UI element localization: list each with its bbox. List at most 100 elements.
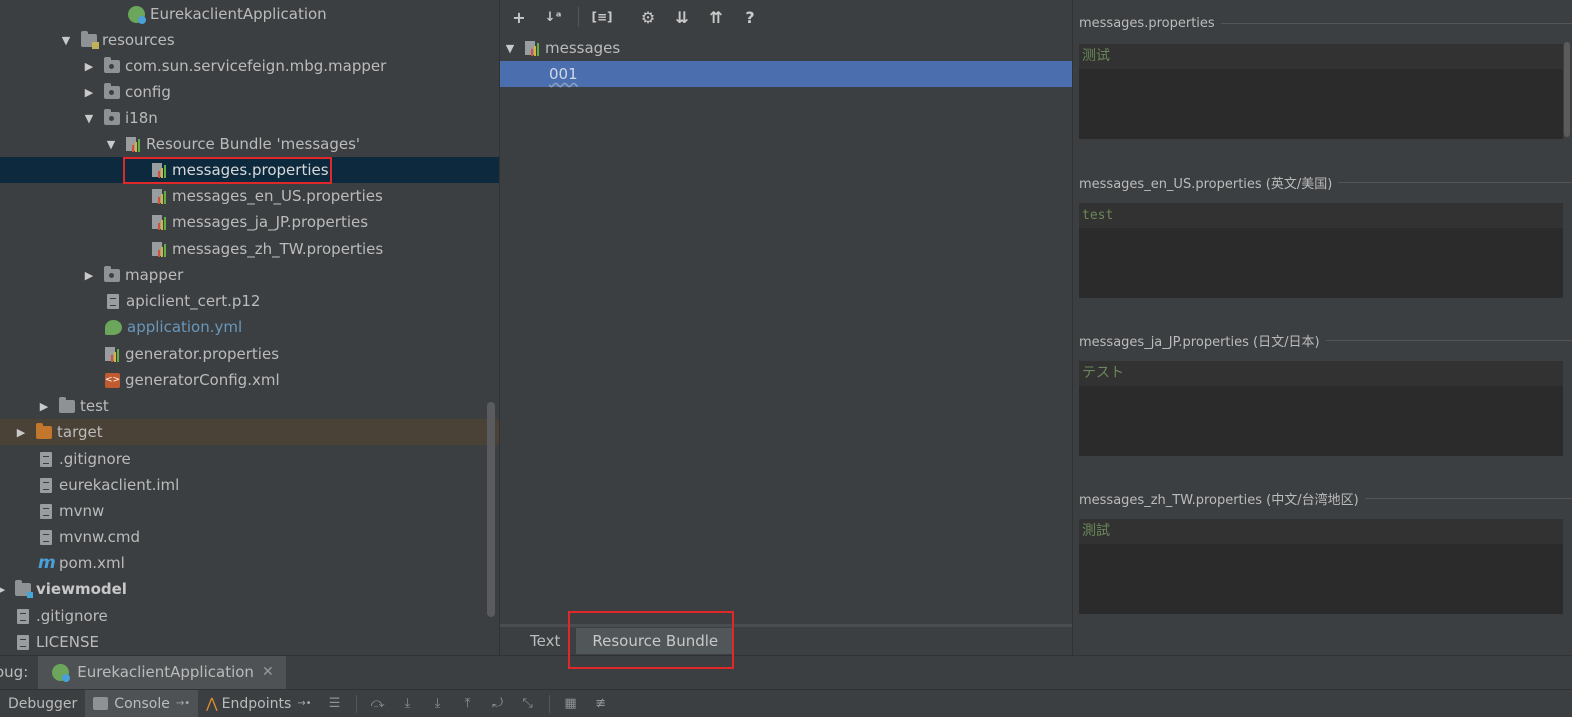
tree-item-mvnw-cmd[interactable]: mvnw.cmd	[0, 524, 499, 550]
debug-session-tab[interactable]: EurekaclientApplication ✕	[38, 655, 286, 689]
collapsed-arrow-icon[interactable]: ▶	[38, 400, 50, 413]
translation-value: 測試	[1079, 519, 1563, 544]
tab-console[interactable]: Console →•	[85, 689, 199, 717]
toolbar-separator	[355, 694, 357, 713]
tree-item-application-yml[interactable]: application.yml	[0, 314, 499, 340]
settings-icon[interactable]: ⚙	[639, 8, 657, 27]
debug-toolbar: Debugger Console →• ⋀ Endpoints →• ☰ ⤼ ⤓…	[0, 689, 1572, 717]
tree-item-label: generator.properties	[125, 345, 280, 363]
properties-file-icon	[105, 346, 120, 362]
tree-item-messages-ja-jp[interactable]: messages_ja_JP.properties	[0, 209, 499, 235]
project-tree: EurekaclientApplication ▼ resources ▶ co…	[0, 0, 499, 655]
collapsed-arrow-icon[interactable]: ▶	[15, 426, 27, 439]
tree-item-config[interactable]: ▶ config	[0, 79, 499, 105]
tree-item-label: resources	[102, 31, 175, 49]
tree-item-pom-xml[interactable]: m pom.xml	[0, 550, 499, 576]
trace-icon[interactable]: ≢	[592, 696, 610, 711]
bundle-name: messages	[545, 39, 621, 57]
tree-item-eurekaclient-application[interactable]: EurekaclientApplication	[0, 1, 499, 27]
tree-item-mapper[interactable]: ▶ mapper	[0, 262, 499, 288]
bundle-root-node[interactable]: ▼ messages	[500, 35, 1073, 61]
group-by-prefix-icon[interactable]: [≡]	[591, 10, 613, 24]
tree-item-mvnw[interactable]: mvnw	[0, 498, 499, 524]
step-into-icon[interactable]: ⤓	[429, 696, 447, 711]
expanded-arrow-icon[interactable]: ▼	[504, 42, 516, 55]
tree-item-label: pom.xml	[59, 554, 125, 572]
divider	[1220, 22, 1572, 24]
add-property-icon[interactable]: +	[510, 8, 528, 27]
tree-item-label: LICENSE	[36, 633, 99, 651]
package-folder-icon	[104, 56, 120, 73]
tree-item-generator-config-xml[interactable]: <> generatorConfig.xml	[0, 367, 499, 393]
translation-editor[interactable]: 測試	[1079, 519, 1563, 614]
module-folder-icon	[15, 579, 33, 598]
pin-icon[interactable]: →•	[297, 698, 311, 709]
collapsed-arrow-icon[interactable]: ▶	[83, 60, 95, 73]
run-to-cursor-icon[interactable]: ⤡	[519, 696, 537, 711]
tree-item-mbg-mapper[interactable]: ▶ com.sun.servicefeign.mbg.mapper	[0, 53, 499, 79]
tab-resource-bundle[interactable]: Resource Bundle	[576, 628, 735, 654]
translation-editor[interactable]: テスト	[1079, 361, 1563, 456]
spring-yml-icon	[105, 319, 122, 335]
tree-item-label: config	[125, 83, 171, 101]
resource-bundle-icon	[525, 40, 540, 56]
tab-text[interactable]: Text	[514, 628, 576, 654]
tree-item-messages-properties[interactable]: messages.properties	[0, 157, 499, 183]
close-icon[interactable]: ✕	[262, 664, 274, 680]
expanded-arrow-icon[interactable]: ▼	[60, 34, 72, 47]
step-out-icon[interactable]: ⤒	[459, 696, 477, 711]
tree-item-label: .gitignore	[36, 607, 108, 625]
editor-tabs: Text Resource Bundle	[500, 624, 1073, 655]
tree-item-apiclient-cert[interactable]: apiclient_cert.p12	[0, 288, 499, 314]
spring-boot-run-icon	[52, 663, 71, 682]
package-folder-icon	[104, 265, 120, 282]
translations-scrollbar[interactable]	[1564, 42, 1570, 137]
tree-item-resource-bundle[interactable]: ▼ Resource Bundle 'messages'	[0, 131, 499, 157]
expanded-arrow-icon[interactable]: ▼	[105, 138, 117, 151]
expanded-arrow-icon[interactable]: ▼	[83, 112, 95, 125]
step-over-icon[interactable]: ⤓	[399, 696, 417, 711]
tree-item-resources[interactable]: ▼ resources	[0, 27, 499, 53]
translation-editor[interactable]: 测试	[1079, 44, 1563, 139]
property-key-row[interactable]: 001	[500, 61, 1073, 87]
tree-item-gitignore[interactable]: .gitignore	[0, 446, 499, 472]
tree-item-messages-en-us[interactable]: messages_en_US.properties	[0, 183, 499, 209]
help-icon[interactable]: ?	[741, 8, 759, 27]
tree-item-test[interactable]: ▶ test	[0, 393, 499, 419]
menu-icon[interactable]: ☰	[326, 696, 344, 711]
tree-item-generator-properties[interactable]: generator.properties	[0, 341, 499, 367]
tree-item-viewmodel[interactable]: ▶ viewmodel	[0, 576, 499, 602]
tree-item-root-gitignore[interactable]: .gitignore	[0, 603, 499, 629]
collapsed-arrow-icon[interactable]: ▶	[83, 269, 95, 282]
show-execution-point-icon[interactable]: ⤼	[369, 696, 387, 711]
tree-item-label: .gitignore	[59, 450, 131, 468]
tab-endpoints[interactable]: ⋀ Endpoints →•	[198, 690, 319, 717]
collapse-all-icon[interactable]: ⇈	[707, 8, 725, 27]
translation-editor[interactable]: test	[1079, 203, 1563, 298]
collapsed-arrow-icon[interactable]: ▶	[0, 583, 7, 596]
tab-debugger[interactable]: Debugger	[0, 690, 85, 717]
sort-alphabetically-icon[interactable]: ↓ᵃ	[544, 10, 562, 25]
tree-item-eurekaclient-iml[interactable]: eurekaclient.iml	[0, 472, 499, 498]
file-icon	[17, 608, 29, 624]
translation-value: 测试	[1079, 44, 1563, 69]
tree-item-license[interactable]: LICENSE	[0, 629, 499, 655]
translation-file-name: messages_ja_JP.properties (日文/日本)	[1079, 334, 1320, 350]
tree-item-i18n[interactable]: ▼ i18n	[0, 105, 499, 131]
tree-scrollbar[interactable]	[487, 402, 495, 617]
drop-frame-icon[interactable]: ⤾	[489, 696, 507, 711]
expand-all-icon[interactable]: ⇊	[673, 8, 691, 27]
evaluate-expression-icon[interactable]: ▦	[562, 696, 580, 711]
pin-icon[interactable]: →•	[176, 698, 190, 709]
collapsed-arrow-icon[interactable]: ▶	[83, 86, 95, 99]
tree-item-label: mvnw.cmd	[59, 528, 141, 546]
tree-item-messages-zh-tw[interactable]: messages_zh_TW.properties	[0, 236, 499, 262]
resource-bundle-icon	[126, 136, 141, 152]
property-key-list: ▼ messages 001	[500, 34, 1073, 624]
endpoints-icon: ⋀	[206, 695, 218, 712]
tree-item-target[interactable]: ▶ target	[0, 419, 499, 445]
properties-file-icon	[152, 214, 167, 230]
toolbar-separator	[578, 7, 579, 27]
toolbar-separator	[548, 694, 550, 713]
spring-boot-class-icon	[128, 5, 146, 24]
